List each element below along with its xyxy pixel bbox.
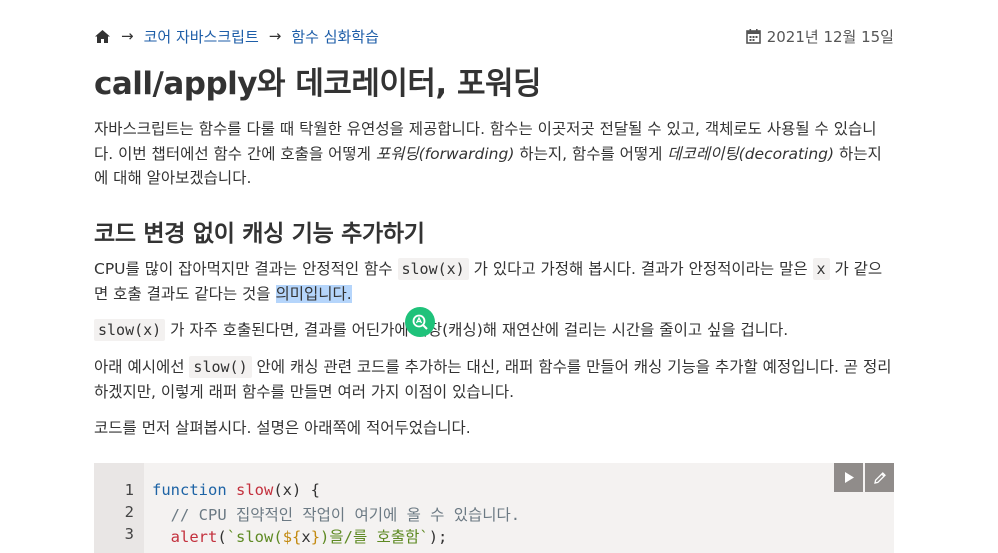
code-toolbar xyxy=(834,463,894,492)
code-line: function slow(x) { xyxy=(152,481,320,499)
code-lines: function slow(x) { // CPU 집약적인 작업이 여기에 올… xyxy=(152,463,520,553)
play-icon xyxy=(844,472,854,483)
line-number-gutter: 1 2 3 xyxy=(94,463,144,553)
edit-icon xyxy=(873,471,886,484)
inline-code: x xyxy=(812,258,830,280)
article-topbar: → 코어 자바스크립트 → 함수 심화학습 2021년 12월 15일 xyxy=(94,24,894,48)
translate-badge-icon[interactable] xyxy=(405,307,435,337)
home-icon[interactable] xyxy=(94,29,111,44)
run-code-button[interactable] xyxy=(834,463,863,492)
intro-paragraph: 자바스크립트는 함수를 다룰 때 탁월한 유연성을 제공합니다. 함수는 이곳저… xyxy=(94,120,882,187)
breadcrumb: → 코어 자바스크립트 → 함수 심화학습 xyxy=(94,26,379,47)
breadcrumb-link-core-js[interactable]: 코어 자바스크립트 xyxy=(144,26,259,47)
paragraph-caching: slow(x) 가 자주 호출된다면, 결과를 어딘가에 저장(캐싱)해 재연산… xyxy=(94,318,894,343)
section-heading: 코드 변경 없이 캐싱 기능 추가하기 xyxy=(94,221,425,247)
line-number: 3 xyxy=(124,525,134,543)
publish-date: 2021년 12월 15일 xyxy=(745,26,894,47)
selected-text: 의미입니다. xyxy=(275,284,352,303)
code-line: alert(`slow(${x})을/를 호출함`); xyxy=(170,528,448,546)
code-block: 1 2 3 function slow(x) { // CPU 집약적인 작업이… xyxy=(94,463,894,553)
code-line: // CPU 집약적인 작업이 여기에 올 수 있습니다. xyxy=(152,506,521,524)
inline-code: slow(x) xyxy=(397,258,469,280)
edit-code-button[interactable] xyxy=(865,463,894,492)
breadcrumb-link-advanced-functions[interactable]: 함수 심화학습 xyxy=(291,26,379,47)
paragraph-code-intro: 코드를 먼저 살펴봅시다. 설명은 아래쪽에 적어두었습니다. xyxy=(94,419,471,437)
arrow-right-icon: → xyxy=(268,27,282,45)
arrow-right-icon: → xyxy=(121,27,134,45)
inline-code: slow(x) xyxy=(94,319,166,341)
calendar-icon xyxy=(745,28,761,44)
line-number: 2 xyxy=(124,503,134,521)
inline-code: slow() xyxy=(189,356,252,378)
line-number: 1 xyxy=(124,481,134,499)
paragraph-slow-function: CPU를 많이 잡아먹지만 결과는 안정적인 함수 slow(x) 가 있다고 … xyxy=(94,258,883,303)
paragraph-wrapper: 아래 예시에선 slow() 안에 캐싱 관련 코드를 추가하는 대신, 래퍼 … xyxy=(94,356,892,401)
page-title: call/apply와 데코레이터, 포워딩 xyxy=(94,66,542,102)
date-text: 2021년 12월 15일 xyxy=(766,27,894,46)
